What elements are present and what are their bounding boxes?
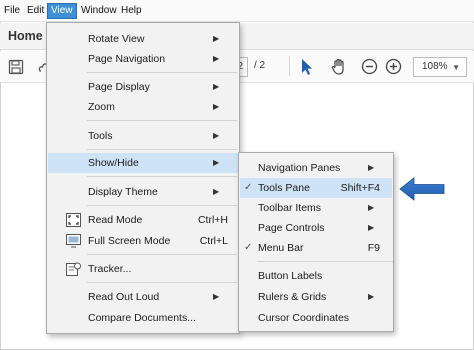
save-icon[interactable] [8,59,24,75]
menu-item-shortcut: Ctrl+L [199,235,228,247]
menu-file[interactable]: File [1,3,23,19]
menu-item-label: Read Out Loud [88,291,160,303]
submenu-arrow-icon: ▶ [368,223,375,232]
menu-separator [87,176,237,177]
checkmark-icon: ✓ [244,182,253,193]
submenu-item-tools-pane[interactable]: ✓ Tools Pane Shift+F4 [240,178,392,198]
menu-item-label: Page Controls [258,222,325,234]
page-total: / 2 [254,60,266,71]
menu-item-label: Toolbar Items [258,202,322,214]
submenu-item-page-controls[interactable]: Page Controls ▶ [240,218,392,238]
submenu-item-rulers-grids[interactable]: Rulers & Grids ▶ [240,287,392,307]
submenu-arrow-icon: ▶ [213,131,220,140]
submenu-arrow-icon: ▶ [368,163,375,172]
submenu-item-cursor-coordinates[interactable]: Cursor Coordinates [240,308,392,328]
menu-item-full-screen-mode[interactable]: Full Screen Mode Ctrl+L [48,231,238,251]
submenu-item-navigation-panes[interactable]: Navigation Panes ▶ [240,158,392,178]
menu-item-label: Page Display [88,81,150,93]
menu-item-label: Menu Bar [258,242,304,254]
tab-home[interactable]: Home [8,29,43,43]
menu-item-tools[interactable]: Tools ▶ [48,126,238,146]
menu-bar: File Edit View Window Help [0,0,474,22]
menu-separator [87,254,237,255]
menu-item-display-theme[interactable]: Display Theme ▶ [48,182,238,202]
checkmark-icon: ✓ [244,242,253,253]
submenu-arrow-icon: ▶ [213,82,220,91]
submenu-arrow-icon: ▶ [213,102,220,111]
hand-icon[interactable] [330,58,348,76]
submenu-arrow-icon: ▶ [213,158,220,167]
menu-item-label: Show/Hide [88,157,139,169]
menu-separator [87,120,237,121]
menu-item-label: Read Mode [88,214,143,226]
toolbar-divider [289,56,290,76]
menu-separator [87,149,237,150]
callout-arrow-icon [399,177,445,201]
menu-item-tracker[interactable]: Tracker... [48,259,238,279]
submenu-item-menu-bar[interactable]: ✓ Menu Bar F9 [240,238,392,258]
menu-item-label: Zoom [88,101,115,113]
menu-item-label: Compare Documents... [88,312,196,324]
menu-item-compare-documents[interactable]: Compare Documents... [48,308,238,328]
menu-separator [87,282,237,283]
menu-item-shortcut: Shift+F4 [340,182,380,194]
menu-item-label: Rotate View [88,33,145,45]
submenu-arrow-icon: ▶ [368,292,375,301]
submenu-arrow-icon: ▶ [213,34,220,43]
view-menu: Rotate View ▶ Page Navigation ▶ Page Dis… [46,22,240,334]
menu-item-label: Tracker... [88,263,132,275]
zoom-value: 108% [422,61,448,72]
chevron-down-icon: ▼ [452,63,460,72]
submenu-arrow-icon: ▶ [368,203,375,212]
menu-item-label: Rulers & Grids [258,291,327,303]
menu-item-rotate-view[interactable]: Rotate View ▶ [48,29,238,49]
menu-item-label: Cursor Coordinates [258,312,350,324]
zoom-out-icon[interactable] [361,58,378,75]
select-arrow-icon[interactable] [299,58,315,76]
menu-item-page-display[interactable]: Page Display ▶ [48,77,238,97]
menu-item-label: Full Screen Mode [88,235,171,247]
menu-item-read-out-loud[interactable]: Read Out Loud ▶ [48,287,238,307]
zoom-select[interactable]: 108% ▼ [413,57,467,77]
menu-window[interactable]: Window [78,3,120,19]
menu-item-zoom[interactable]: Zoom ▶ [48,97,238,117]
menu-item-label: Button Labels [258,270,323,282]
menu-separator [257,261,393,262]
menu-separator [87,72,237,73]
show-hide-submenu: Navigation Panes ▶ ✓ Tools Pane Shift+F4… [238,152,394,332]
menu-item-label: Tools Pane [258,182,310,194]
menu-help[interactable]: Help [118,3,145,19]
menu-view[interactable]: View [47,3,77,19]
submenu-item-toolbar-items[interactable]: Toolbar Items ▶ [240,198,392,218]
menu-edit[interactable]: Edit [24,3,47,19]
read-mode-icon [66,213,81,227]
menu-item-show-hide[interactable]: Show/Hide ▶ [48,153,238,173]
menu-item-shortcut: Ctrl+H [197,214,228,226]
menu-item-label: Tools [88,130,113,142]
menu-separator [87,205,237,206]
menu-item-shortcut: F9 [367,242,380,254]
zoom-in-icon[interactable] [385,58,402,75]
submenu-arrow-icon: ▶ [213,54,220,63]
full-screen-icon [66,234,81,248]
submenu-arrow-icon: ▶ [213,187,220,196]
menu-item-read-mode[interactable]: Read Mode Ctrl+H [48,210,238,230]
submenu-item-button-labels[interactable]: Button Labels [240,266,392,286]
tracker-icon [66,262,81,276]
menu-item-label: Page Navigation [88,53,166,65]
menu-item-label: Navigation Panes [258,162,341,174]
menu-item-label: Display Theme [88,186,158,198]
submenu-arrow-icon: ▶ [213,292,220,301]
menu-item-page-navigation[interactable]: Page Navigation ▶ [48,49,238,69]
